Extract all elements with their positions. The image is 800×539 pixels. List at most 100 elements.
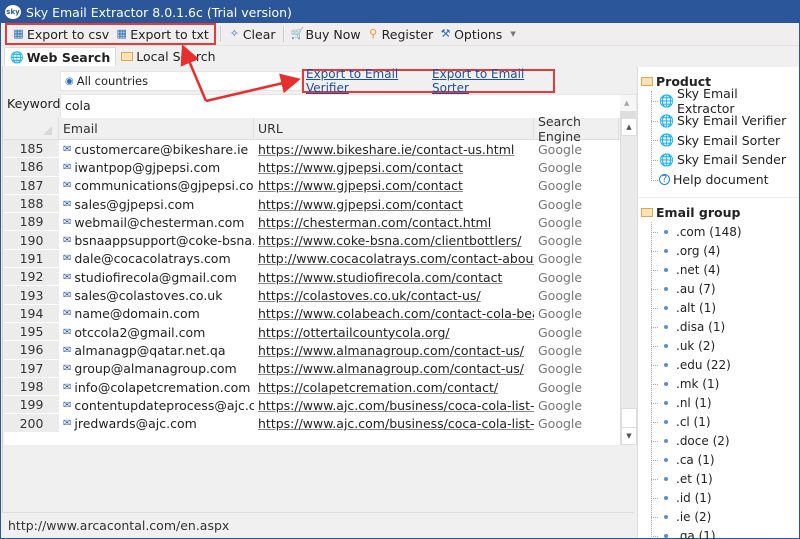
email-cell[interactable]: ✉ otccola2@gmail.com xyxy=(59,325,254,340)
url-link[interactable]: https://www.colabeach.com/contact-cola-b… xyxy=(254,306,534,321)
buy-now-label: Buy Now xyxy=(305,26,361,42)
table-row[interactable]: 193 ✉ sales@colastoves.co.uk https://colast… xyxy=(4,286,620,305)
column-header-url[interactable]: URL xyxy=(254,118,534,139)
url-link[interactable]: https://www.gjpepsi.com/contact xyxy=(254,160,534,175)
folder-icon xyxy=(121,52,134,61)
export-to-email-verifier-link[interactable]: Export to Email Verifier xyxy=(306,67,425,95)
table-row[interactable]: 199✉contentupdateprocess@ajc.comhttps://… xyxy=(4,396,620,415)
email-cell[interactable]: ✉contentupdateprocess@ajc.com xyxy=(59,398,254,413)
email-group-item[interactable]: .alt (1) xyxy=(651,298,799,317)
email-cell[interactable]: ✉ webmail@chesterman.com xyxy=(59,215,254,230)
email-group-item[interactable]: .qa (1) xyxy=(651,526,799,539)
table-row[interactable]: 192 ✉ studiofirecola@gmail.com https://www.… xyxy=(4,268,620,287)
email-cell[interactable]: ✉ sales@colastoves.co.uk xyxy=(59,288,254,303)
url-link[interactable]: https://www.almanagroup.com/contact-us/ xyxy=(254,361,534,376)
url-link[interactable]: https://www.ajc.com/business/coca-cola-l… xyxy=(254,416,534,431)
url-link[interactable]: https://www.coke-bsna.com/clientbottlers… xyxy=(254,233,534,248)
url-link[interactable]: https://www.almanagroup.com/contact-us/ xyxy=(254,343,534,358)
export-txt-button[interactable]: ▦ Export to txt xyxy=(112,24,212,44)
email-group-item[interactable]: .id (1) xyxy=(651,488,799,507)
table-row[interactable]: 190✉bsnaappsupport@coke-bsna.co...https:… xyxy=(4,231,620,250)
scroll-up-icon[interactable]: ▲ xyxy=(621,118,637,136)
url-link[interactable]: https://www.bikeshare.ie/contact-us.html xyxy=(254,142,534,157)
email-group-item[interactable]: .edu (22) xyxy=(651,355,799,374)
table-row[interactable]: 187 ✉ communications@gjpepsi.com https://ww… xyxy=(4,176,620,195)
search-engine-cell: Google xyxy=(538,214,583,230)
column-header-email[interactable]: Email xyxy=(59,118,254,139)
product-item[interactable]: 🌐 Sky Email Sorter xyxy=(651,130,799,150)
email-group-item[interactable]: .uk (2) xyxy=(651,336,799,355)
email-group-item[interactable]: .com (148) xyxy=(651,222,799,241)
email-group-item[interactable]: .nl (1) xyxy=(651,393,799,412)
email-group-item[interactable]: .org (4) xyxy=(651,241,799,260)
email-cell[interactable]: ✉ customercare@bikeshare.ie xyxy=(59,142,254,157)
select-all-corner[interactable] xyxy=(4,118,59,139)
email-group-item[interactable]: .cl (1) xyxy=(651,412,799,431)
email-cell[interactable]: ✉bsnaappsupport@coke-bsna.co... xyxy=(59,233,254,248)
email-cell[interactable]: ✉ almanagp@qatar.net.qa xyxy=(59,343,254,358)
url-link[interactable]: https://chesterman.com/contact.html xyxy=(254,215,534,230)
tab-local-search[interactable]: Local Search xyxy=(116,47,220,66)
url-link[interactable]: https://www.gjpepsi.com/contact xyxy=(254,197,534,212)
email-cell[interactable]: ✉ info@colapetcremation.com xyxy=(59,380,254,395)
clear-button[interactable]: ✧ Clear xyxy=(225,24,279,44)
scroll-down-icon[interactable]: ▼ xyxy=(621,427,637,445)
table-row[interactable]: 196 ✉ almanagp@qatar.net.qa https://www.alm… xyxy=(4,341,620,360)
email-group-item[interactable]: .net (4) xyxy=(651,260,799,279)
export-to-email-sorter-link[interactable]: Export to Email Sorter xyxy=(432,67,546,95)
url-link[interactable]: https://ottertailcountycola.org/ xyxy=(254,325,534,340)
table-row[interactable]: 188 ✉ sales@gjpepsi.com https://www.gjpepsi… xyxy=(4,194,620,214)
url-link[interactable]: https://colapetcremation.com/contact/ xyxy=(254,380,534,395)
register-button[interactable]: ⚲ Register xyxy=(364,24,436,44)
email-cell[interactable]: ✉ iwantpop@gjpepsi.com xyxy=(59,160,254,175)
url-link[interactable]: https://www.studiofirecola.com/contact xyxy=(254,270,534,285)
tab-web-search[interactable]: 🌐 Web Search xyxy=(4,47,117,66)
product-item[interactable]: ? Help document xyxy=(651,170,799,190)
email-cell[interactable]: ✉ sales@gjpepsi.com xyxy=(59,197,254,212)
scroll-up-icon[interactable]: ▲ xyxy=(624,99,629,107)
table-row[interactable]: 189 ✉ webmail@chesterman.com https://cheste… xyxy=(4,213,620,232)
email-group-item[interactable]: .et (1) xyxy=(651,469,799,488)
url-link[interactable]: https://colastoves.co.uk/contact-us/ xyxy=(254,288,534,303)
table-row[interactable]: 191 ✉ dale@cocacolatrays.com http://www.coc… xyxy=(4,249,620,269)
buy-now-button[interactable]: 🛒 Buy Now xyxy=(288,24,364,44)
email-group-tree-header[interactable]: Email group xyxy=(641,202,799,222)
email-group-item[interactable]: .ca (1) xyxy=(651,450,799,469)
url-link[interactable]: https://www.ajc.com/business/coca-cola-l… xyxy=(254,398,534,413)
url-link[interactable]: http://www.cocacolatrays.com/contact-abo… xyxy=(254,251,534,266)
options-button[interactable]: ⚒ Options ▼ xyxy=(436,24,519,44)
email-cell[interactable]: ✉ dale@cocacolatrays.com xyxy=(59,251,254,266)
product-item[interactable]: 🌐 Sky Email Extractor xyxy=(651,86,799,116)
table-row[interactable]: 198 ✉ info@colapetcremation.com https://col… xyxy=(4,377,620,397)
column-header-search-engine[interactable]: Search Engine xyxy=(534,114,619,144)
table-row[interactable]: 194 ✉ name@domain.com https://www.colabeach… xyxy=(4,304,620,323)
export-links-box: Export to Email Verifier Export to Email… xyxy=(302,67,555,95)
table-row[interactable]: 185 ✉ customercare@bikeshare.ie https://www… xyxy=(4,140,620,159)
email-group-label: .et (1) xyxy=(676,471,713,486)
email-group-item[interactable]: .mk (1) xyxy=(651,374,799,393)
email-cell[interactable]: ✉ name@domain.com xyxy=(59,306,254,321)
table-row[interactable]: 186 ✉ iwantpop@gjpepsi.com https://www.gjpe… xyxy=(4,158,620,177)
country-select[interactable]: ◉ All countries ▼ xyxy=(60,71,302,91)
email-group-item[interactable]: .au (7) xyxy=(651,279,799,298)
search-engine-cell: Google xyxy=(538,416,583,432)
email-cell[interactable]: ✉ jredwards@ajc.com xyxy=(59,416,254,431)
product-item[interactable]: 🌐 Sky Email Sender xyxy=(651,150,799,170)
keyword-value: cola xyxy=(65,98,91,113)
row-number: 198 xyxy=(4,377,59,397)
email-group-item[interactable]: .disa (1) xyxy=(651,317,799,336)
email-group-label: .doce (2) xyxy=(676,433,730,448)
table-row[interactable]: 197 ✉ group@almanagroup.com https://www.alm… xyxy=(4,359,620,378)
email-cell[interactable]: ✉ communications@gjpepsi.com xyxy=(59,178,254,193)
table-row[interactable]: 195 ✉ otccola2@gmail.com https://ottertailc… xyxy=(4,322,620,342)
email-group-item[interactable]: .ie (2) xyxy=(651,507,799,526)
email-cell[interactable]: ✉ studiofirecola@gmail.com xyxy=(59,270,254,285)
email-group-item[interactable]: .doce (2) xyxy=(651,431,799,450)
grid-vertical-scrollbar[interactable]: ▲ ▼ xyxy=(620,118,637,445)
export-csv-button[interactable]: ▦ Export to csv xyxy=(9,24,112,44)
product-item[interactable]: 🌐 Sky Email Verifier xyxy=(651,111,799,131)
table-row[interactable]: 200 ✉ jredwards@ajc.com https://www.ajc.com… xyxy=(4,414,620,433)
email-group-title: Email group xyxy=(656,204,741,220)
url-link[interactable]: https://www.gjpepsi.com/contact xyxy=(254,178,534,193)
email-cell[interactable]: ✉ group@almanagroup.com xyxy=(59,361,254,376)
